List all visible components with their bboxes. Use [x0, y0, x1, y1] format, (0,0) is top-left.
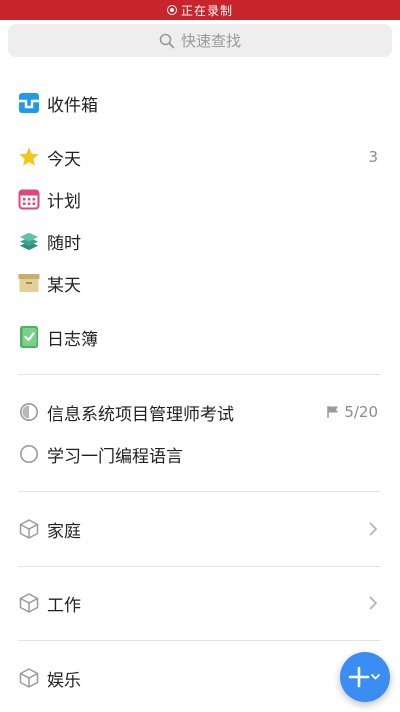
- list-item-plan[interactable]: 计划: [0, 178, 400, 220]
- someday-label: 某天: [47, 275, 81, 296]
- today-count: 3: [368, 148, 378, 166]
- chevron-right-icon: [368, 521, 378, 537]
- project-progress-icon: [18, 401, 40, 423]
- today-label: 今天: [47, 149, 81, 170]
- search-input[interactable]: 快速查找: [8, 24, 392, 57]
- area-cube-icon: [18, 667, 40, 689]
- divider: [18, 491, 381, 492]
- add-button[interactable]: [340, 652, 390, 702]
- layers-icon: [18, 230, 40, 252]
- calendar-icon: [18, 188, 40, 210]
- search-icon: [159, 33, 175, 48]
- inbox-label: 收件箱: [47, 95, 98, 116]
- list-item-logbook[interactable]: 日志簿: [0, 316, 400, 358]
- project-progress-icon: [18, 443, 40, 465]
- record-icon: [166, 5, 177, 15]
- area-label: 娱乐: [47, 670, 81, 691]
- logbook-label: 日志簿: [47, 329, 98, 350]
- anytime-label: 随时: [47, 233, 81, 254]
- project-label: 学习一门编程语言: [47, 446, 183, 467]
- list-item-inbox[interactable]: 收件箱: [0, 82, 400, 124]
- area-label: 家庭: [47, 521, 81, 542]
- archive-box-icon: [18, 272, 40, 294]
- area-item[interactable]: 工作: [0, 582, 400, 624]
- list-item-today[interactable]: 今天 3: [0, 136, 400, 178]
- divider: [18, 374, 381, 375]
- logbook-icon: [18, 326, 40, 348]
- recording-text: 正在录制: [180, 3, 233, 18]
- area-label: 工作: [47, 595, 81, 616]
- list-item-anytime[interactable]: 随时: [0, 220, 400, 262]
- plus-icon: [348, 666, 380, 688]
- flag-icon: [327, 406, 339, 418]
- project-progress: 5/20: [326, 403, 378, 421]
- star-icon: [18, 146, 40, 168]
- divider: [18, 566, 381, 567]
- project-progress-text: 5/20: [344, 403, 378, 421]
- area-cube-icon: [18, 518, 40, 540]
- project-label: 信息系统项目管理师考试: [47, 404, 234, 425]
- plan-label: 计划: [47, 191, 81, 212]
- inbox-icon: [18, 92, 40, 114]
- chevron-right-icon: [368, 595, 378, 611]
- project-item[interactable]: 信息系统项目管理师考试 5/20: [0, 391, 400, 433]
- list-item-someday[interactable]: 某天: [0, 262, 400, 304]
- area-item[interactable]: 家庭: [0, 508, 400, 550]
- divider: [18, 640, 381, 641]
- project-item[interactable]: 学习一门编程语言: [0, 433, 400, 475]
- search-placeholder: 快速查找: [180, 32, 241, 50]
- recording-status-bar: 正在录制: [0, 0, 400, 20]
- area-cube-icon: [18, 592, 40, 614]
